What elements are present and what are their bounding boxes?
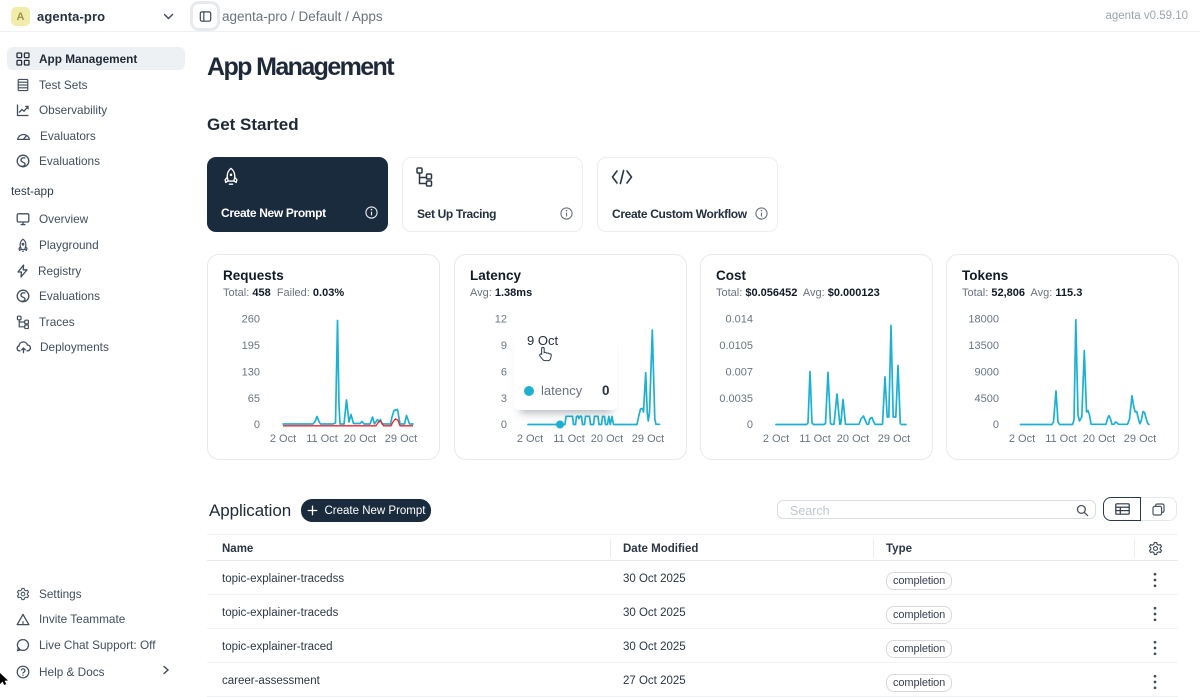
svg-text:65: 65 bbox=[248, 393, 260, 405]
svg-text:0.0035: 0.0035 bbox=[719, 393, 753, 405]
svg-text:2 Oct: 2 Oct bbox=[517, 433, 543, 445]
svg-text:11 Oct: 11 Oct bbox=[306, 433, 338, 445]
svg-text:29 Oct: 29 Oct bbox=[878, 433, 910, 445]
svg-text:20 Oct: 20 Oct bbox=[1083, 433, 1115, 445]
svg-text:4500: 4500 bbox=[975, 393, 999, 405]
svg-text:0.0105: 0.0105 bbox=[719, 340, 753, 352]
svg-text:20 Oct: 20 Oct bbox=[591, 433, 623, 445]
svg-text:29 Oct: 29 Oct bbox=[385, 433, 417, 445]
svg-text:260: 260 bbox=[242, 314, 260, 326]
svg-text:9: 9 bbox=[501, 340, 507, 352]
svg-text:130: 130 bbox=[242, 367, 260, 379]
svg-text:9000: 9000 bbox=[975, 367, 999, 379]
svg-text:0: 0 bbox=[254, 419, 260, 431]
svg-text:6: 6 bbox=[501, 367, 507, 379]
svg-text:0: 0 bbox=[501, 419, 507, 431]
svg-text:195: 195 bbox=[242, 340, 260, 352]
svg-text:2 Oct: 2 Oct bbox=[1009, 433, 1035, 445]
svg-text:2 Oct: 2 Oct bbox=[270, 433, 296, 445]
svg-text:0: 0 bbox=[993, 419, 999, 431]
svg-text:29 Oct: 29 Oct bbox=[632, 433, 664, 445]
svg-text:13500: 13500 bbox=[968, 340, 999, 352]
svg-text:29 Oct: 29 Oct bbox=[1124, 433, 1156, 445]
svg-text:0.014: 0.014 bbox=[725, 314, 753, 326]
svg-text:18000: 18000 bbox=[968, 314, 999, 326]
svg-text:0: 0 bbox=[747, 419, 753, 431]
svg-text:20 Oct: 20 Oct bbox=[344, 433, 376, 445]
svg-text:11 Oct: 11 Oct bbox=[553, 433, 585, 445]
svg-text:11 Oct: 11 Oct bbox=[799, 433, 831, 445]
svg-text:12: 12 bbox=[495, 314, 507, 326]
svg-text:2 Oct: 2 Oct bbox=[763, 433, 789, 445]
svg-text:3: 3 bbox=[501, 393, 507, 405]
svg-text:11 Oct: 11 Oct bbox=[1045, 433, 1077, 445]
svg-text:20 Oct: 20 Oct bbox=[837, 433, 869, 445]
svg-text:0.007: 0.007 bbox=[725, 367, 753, 379]
